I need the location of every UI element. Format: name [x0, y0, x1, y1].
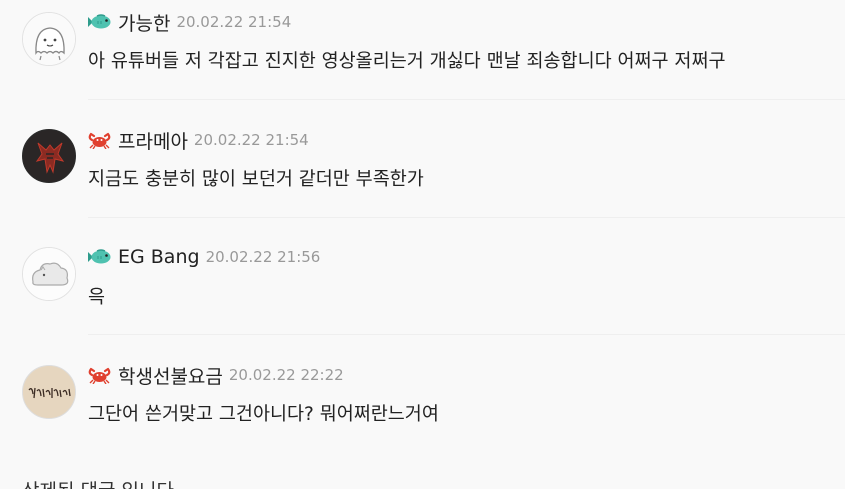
fish-icon — [87, 248, 112, 266]
nickname[interactable]: EG Bang — [118, 246, 200, 268]
comment-meta: 가능한 20.02.22 21:54 — [87, 9, 292, 36]
avatar[interactable] — [22, 129, 76, 183]
comment-item: 가능한 20.02.22 21:54 아 유튜버들 저 각잡고 진지한 영상올리… — [0, 0, 845, 100]
nickname[interactable]: 프라메아 — [118, 127, 188, 154]
avatar[interactable] — [22, 12, 76, 66]
comment-list: 가능한 20.02.22 21:54 아 유튜버들 저 각잡고 진지한 영상올리… — [0, 0, 845, 489]
divider — [88, 217, 845, 218]
comment-text: 아 유튜버들 저 각잡고 진지한 영상올리는거 개싫다 맨날 죄송합니다 어쩌구… — [88, 51, 726, 72]
nickname[interactable]: 학생선불요금 — [118, 362, 223, 389]
timestamp: 20.02.22 21:54 — [193, 131, 309, 149]
deleted-comment-notice: 삭제된 댓글 입니다. — [22, 476, 180, 489]
timestamp: 20.02.22 21:54 — [176, 13, 292, 31]
comment-meta: 프라메아 20.02.22 21:54 — [87, 127, 309, 154]
avatar[interactable] — [22, 247, 76, 301]
fish-icon — [87, 13, 112, 31]
comment-item: 학생선불요금 20.02.22 22:22 그단어 쓴거맞고 그건아니다? 뭐어… — [0, 353, 845, 453]
calligraphy-avatar-icon — [23, 366, 75, 418]
divider — [88, 334, 845, 335]
comment-meta: EG Bang 20.02.22 21:56 — [87, 246, 320, 268]
comment-text: 윽 — [88, 287, 106, 308]
comment-text: 그단어 쓴거맞고 그건아니다? 뭐어쩌란느거여 — [88, 404, 439, 425]
comment-meta: 학생선불요금 20.02.22 22:22 — [87, 362, 344, 389]
avatar[interactable] — [22, 365, 76, 419]
crab-icon — [87, 131, 112, 150]
timestamp: 20.02.22 21:56 — [205, 248, 321, 266]
comment-item: 프라메아 20.02.22 21:54 지금도 충분히 많이 보던거 같더만 부… — [0, 118, 845, 218]
horde-emblem-avatar-icon — [23, 130, 75, 182]
crab-icon — [87, 366, 112, 385]
divider — [88, 99, 845, 100]
comment-text: 지금도 충분히 많이 보던거 같더만 부족한가 — [88, 169, 424, 190]
cloud-blob-avatar-icon — [23, 248, 75, 300]
nickname[interactable]: 가능한 — [118, 9, 170, 36]
timestamp: 20.02.22 22:22 — [228, 366, 344, 384]
comment-item: EG Bang 20.02.22 21:56 윽 — [0, 235, 845, 335]
white-ghost-avatar-icon — [23, 13, 75, 65]
